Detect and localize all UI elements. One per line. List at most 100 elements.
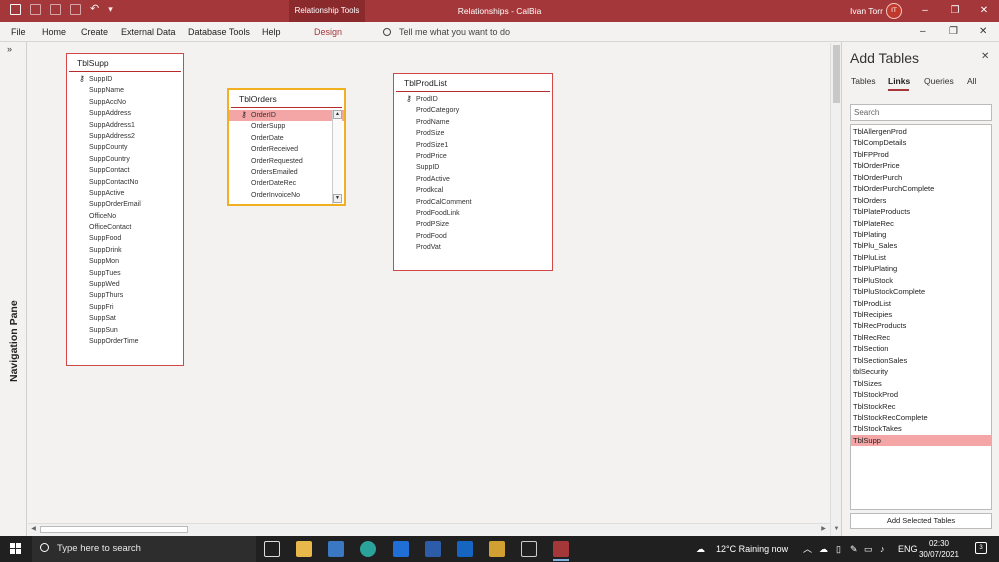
field-row[interactable]: SuppCounty — [67, 142, 183, 153]
battery-icon[interactable]: ▯ — [836, 536, 841, 562]
print-icon[interactable] — [50, 4, 61, 15]
table-box-tblorders[interactable]: TblOrders ⚷ OrderID OrderSupp OrderDate Orde… — [227, 88, 346, 206]
list-item[interactable]: TblOrders — [851, 195, 991, 206]
list-item[interactable]: TblPluStockComplete — [851, 286, 991, 297]
tab-design[interactable]: Design — [314, 22, 342, 42]
edge-icon[interactable] — [360, 541, 376, 557]
field-row[interactable]: SuppSun — [67, 325, 183, 336]
field-row[interactable]: OfficeNo — [67, 211, 183, 222]
list-item[interactable]: TblRecRec — [851, 332, 991, 343]
field-row[interactable]: SuppWed — [67, 279, 183, 290]
field-row[interactable]: ProdCalComment — [394, 197, 552, 208]
list-item[interactable]: TblAllergenProd — [851, 126, 991, 137]
clock[interactable]: 02:30 30/07/2021 — [918, 538, 960, 560]
package-icon[interactable] — [521, 541, 537, 557]
tab-help[interactable]: Help — [262, 22, 281, 42]
avatar[interactable]: IT — [886, 3, 902, 19]
list-item[interactable]: TblFPProd — [851, 149, 991, 160]
list-item[interactable]: TblOrderPurch — [851, 172, 991, 183]
weather-text[interactable]: 12°C Raining now — [716, 536, 788, 562]
store-icon[interactable] — [328, 541, 344, 557]
field-row[interactable]: ⚷ OrderID — [229, 110, 344, 122]
field-row[interactable]: OrderInvoiceNo — [229, 190, 344, 201]
field-row[interactable]: SuppOrderTime — [67, 336, 183, 347]
outlook-icon[interactable] — [457, 541, 473, 557]
user-name[interactable]: Ivan Torr — [850, 0, 883, 22]
field-row[interactable]: SuppName — [67, 85, 183, 96]
file-explorer-icon[interactable] — [296, 541, 312, 557]
scroll-left-icon[interactable]: ◀ — [29, 524, 38, 534]
field-row[interactable]: SuppActive — [67, 188, 183, 199]
field-row[interactable]: SuppOrderEmail — [67, 199, 183, 210]
open-icon[interactable] — [30, 4, 41, 15]
list-item[interactable]: TblCompDetails — [851, 137, 991, 148]
windows-start-icon[interactable] — [10, 543, 21, 554]
todo-icon[interactable] — [393, 541, 409, 557]
scroll-down-icon[interactable]: ▼ — [832, 525, 841, 534]
tab-home[interactable]: Home — [42, 22, 66, 42]
field-row[interactable]: SuppID — [394, 162, 552, 173]
field-row[interactable]: Prodkcal — [394, 185, 552, 196]
list-item[interactable]: TblPlateProducts — [851, 206, 991, 217]
access-icon[interactable] — [553, 541, 569, 561]
list-item[interactable]: TblRecipies — [851, 309, 991, 320]
pen-icon[interactable]: ✎ — [850, 536, 858, 562]
list-item[interactable]: TblPlu_Sales — [851, 240, 991, 251]
minimize-button[interactable]: – — [910, 0, 940, 22]
tab-external-data[interactable]: External Data — [121, 22, 176, 42]
field-row[interactable]: OrdersEmailed — [229, 167, 344, 178]
field-row[interactable]: ⚷ ProdID — [394, 94, 552, 105]
taskbar-search[interactable]: Type here to search — [32, 536, 256, 562]
save-icon[interactable] — [10, 4, 21, 15]
list-item[interactable]: TblSupp — [851, 434, 991, 447]
restore-button[interactable]: ❐ — [940, 0, 970, 22]
minimize-ribbon-icon[interactable]: – — [920, 22, 926, 42]
field-row[interactable]: SuppFri — [67, 302, 183, 313]
print-preview-icon[interactable] — [70, 4, 81, 15]
tab-links[interactable]: Links — [888, 76, 910, 86]
vertical-scrollbar[interactable]: ▼ — [830, 43, 841, 536]
field-row[interactable]: ProdVat — [394, 242, 552, 253]
table-title[interactable]: TblProdList — [396, 74, 550, 92]
tab-tables[interactable]: Tables — [851, 76, 876, 86]
table-box-tblprodlist[interactable]: TblProdList ⚷ ProdID ProdCategory ProdName P… — [393, 73, 553, 271]
field-row[interactable]: OrderDate — [229, 133, 344, 144]
tell-me-box[interactable]: Tell me what you want to do — [383, 22, 510, 42]
close-window-button[interactable]: ✕ — [969, 0, 999, 22]
list-item[interactable]: TblOrderPurchComplete — [851, 183, 991, 194]
list-item[interactable]: TblStockTakes — [851, 423, 991, 434]
list-item[interactable]: TblOrderPrice — [851, 160, 991, 171]
list-item[interactable]: TblPlating — [851, 229, 991, 240]
restore-doc-icon[interactable]: ❐ — [949, 22, 958, 42]
customize-toolbar-icon[interactable]: ▾ — [108, 4, 113, 15]
field-row[interactable]: SuppAddress2 — [67, 131, 183, 142]
field-row[interactable]: SuppAddress — [67, 108, 183, 119]
list-item[interactable]: TblPlateRec — [851, 218, 991, 229]
table-box-tblsupp[interactable]: TblSupp ⚷ SuppID SuppName SuppAccNo SuppAddr… — [66, 53, 184, 366]
field-row[interactable]: ProdSize1 — [394, 140, 552, 151]
navigation-pane[interactable]: » Navigation Pane — [0, 42, 27, 536]
field-row[interactable]: OrderRequested — [229, 156, 344, 167]
task-view-icon[interactable] — [264, 541, 280, 557]
field-row[interactable]: ProdName — [394, 117, 552, 128]
add-selected-tables-button[interactable]: Add Selected Tables — [850, 513, 992, 529]
list-item[interactable]: TblRecProducts — [851, 320, 991, 331]
list-item[interactable]: TblStockRecComplete — [851, 412, 991, 423]
tab-file[interactable]: File — [11, 22, 26, 42]
field-row[interactable]: ProdFood — [394, 231, 552, 242]
field-row[interactable]: SuppContact — [67, 165, 183, 176]
field-row[interactable]: SuppFood — [67, 233, 183, 244]
field-row[interactable]: SuppAddress1 — [67, 120, 183, 131]
scroll-thumb[interactable] — [40, 526, 188, 533]
list-item[interactable]: TblSizes — [851, 378, 991, 389]
list-item[interactable]: tblSecurity — [851, 366, 991, 377]
table-title[interactable]: TblSupp — [69, 54, 181, 72]
field-row[interactable]: ProdFoodLink — [394, 208, 552, 219]
close-pane-icon[interactable]: ✕ — [981, 51, 989, 62]
field-row[interactable]: OrderSupp — [229, 121, 344, 132]
list-item[interactable]: TblPluPlating — [851, 263, 991, 274]
field-row[interactable]: ⚷ SuppID — [67, 74, 183, 85]
tab-queries[interactable]: Queries — [924, 76, 954, 86]
horizontal-scrollbar[interactable]: ◀ ▶ — [28, 523, 830, 534]
tab-database-tools[interactable]: Database Tools — [188, 22, 250, 42]
